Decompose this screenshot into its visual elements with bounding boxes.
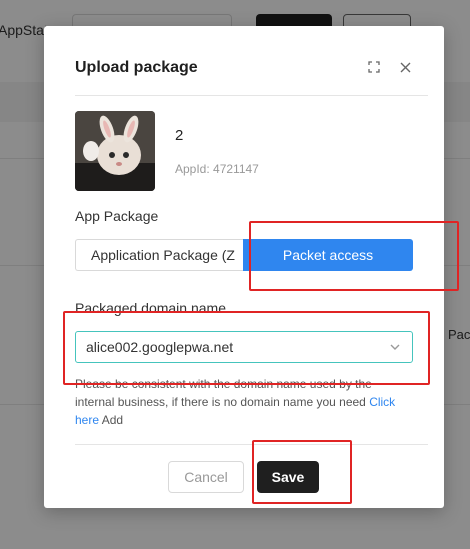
save-button[interactable]: Save (257, 461, 319, 493)
hint-text-after: Add (99, 413, 124, 427)
dialog-title: Upload package (75, 59, 198, 76)
package-type-segmented-control: Application Package (Z Packet access (75, 239, 413, 271)
app-package-label: App Package (75, 208, 159, 224)
close-icon[interactable] (397, 59, 413, 75)
domain-select-value: alice002.googlepwa.net (86, 339, 234, 355)
hint-text: Please be consistent with the domain nam… (75, 377, 372, 409)
app-avatar (75, 111, 155, 191)
app-name: 2 (175, 127, 184, 144)
chevron-down-icon[interactable] (388, 340, 402, 354)
segment-packet-access[interactable]: Packet access (243, 239, 413, 271)
header-divider (75, 95, 428, 96)
segment-application-package[interactable]: Application Package (Z (75, 239, 243, 271)
app-id: AppId: 4721147 (175, 162, 259, 176)
footer-divider (75, 444, 428, 445)
expand-icon[interactable] (366, 59, 382, 75)
upload-package-dialog: Upload package 2 AppId: 4721147 App Pack… (44, 26, 444, 508)
domain-hint: Please be consistent with the domain nam… (75, 375, 405, 429)
domain-select[interactable]: alice002.googlepwa.net (75, 331, 413, 363)
packaged-domain-label: Packaged domain name (75, 300, 226, 316)
cancel-button[interactable]: Cancel (168, 461, 244, 493)
